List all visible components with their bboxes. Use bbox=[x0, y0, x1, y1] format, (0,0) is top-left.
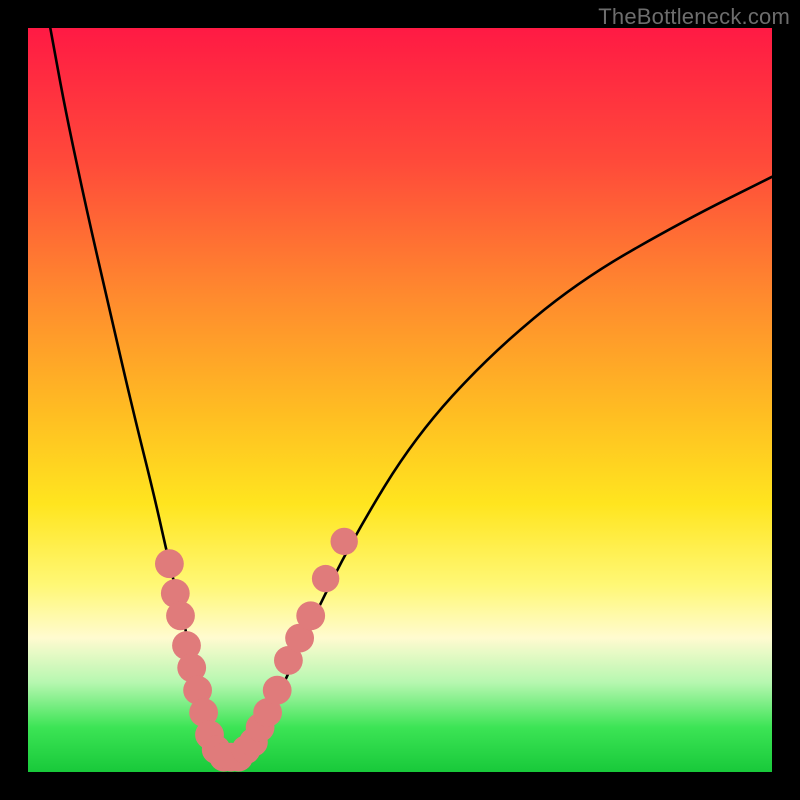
plot-area bbox=[28, 28, 772, 772]
bottleneck-curve bbox=[50, 28, 772, 757]
curve-marker bbox=[263, 676, 292, 705]
curve-marker bbox=[155, 549, 184, 578]
curve-marker bbox=[296, 601, 325, 630]
curve-marker bbox=[331, 528, 358, 555]
curve-marker bbox=[166, 601, 195, 630]
watermark-text: TheBottleneck.com bbox=[598, 4, 790, 30]
chart-frame: TheBottleneck.com bbox=[0, 0, 800, 800]
curve-markers bbox=[155, 528, 358, 772]
curve-marker bbox=[312, 565, 339, 592]
chart-svg bbox=[28, 28, 772, 772]
